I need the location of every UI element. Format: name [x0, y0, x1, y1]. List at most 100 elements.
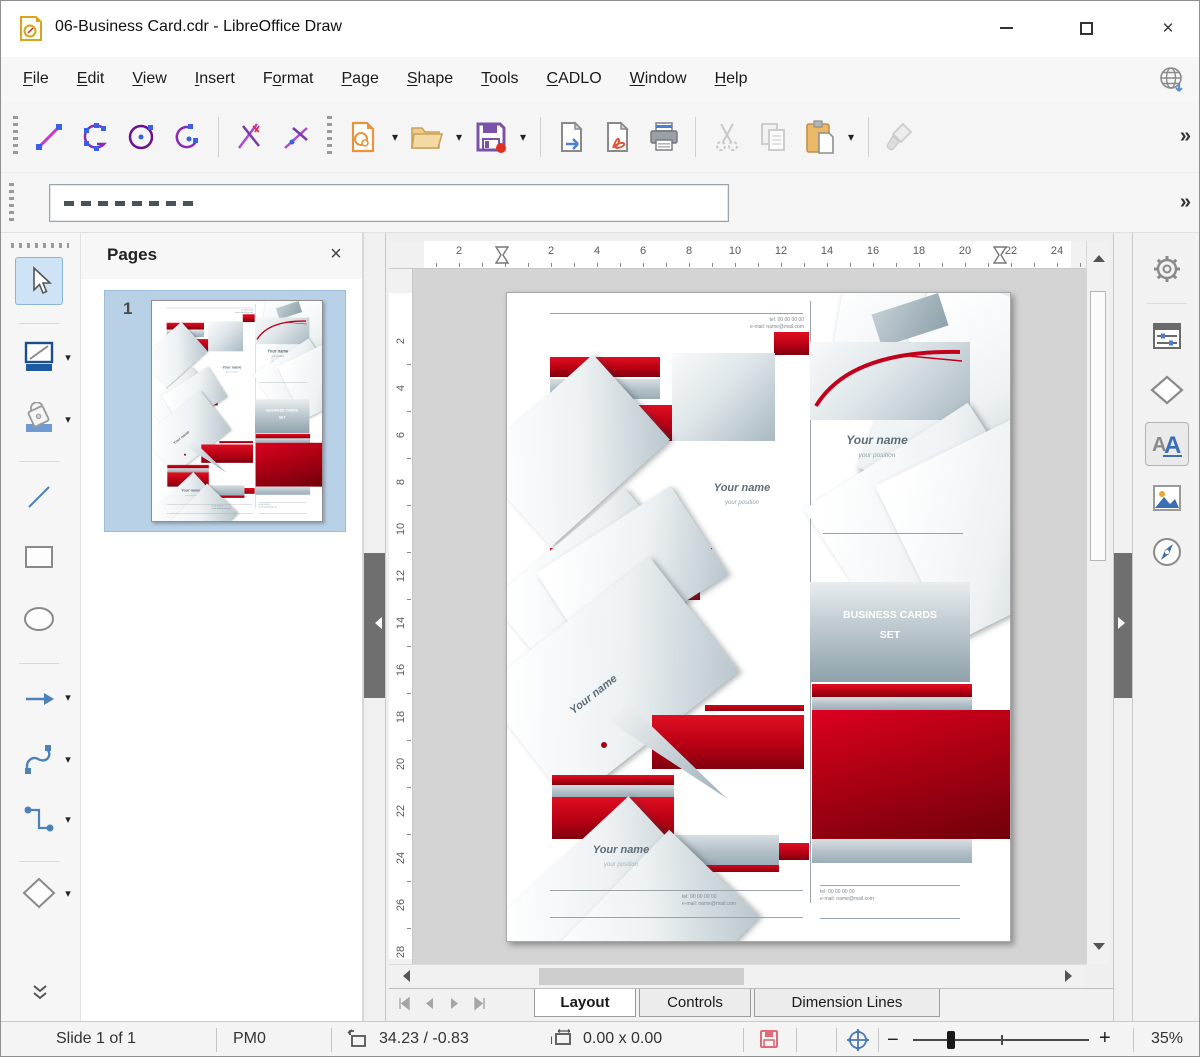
toolbar-separator: [19, 663, 59, 664]
ruler-margin-marker[interactable]: [993, 246, 1007, 264]
connector-dropdown[interactable]: ▾: [61, 813, 75, 826]
menu-window[interactable]: Window: [616, 64, 701, 94]
page-thumbnail-selected[interactable]: 1 Your nametel: 00 00 00 00 e-mail: name…: [104, 290, 346, 532]
ruler-margin-marker[interactable]: [495, 246, 509, 264]
zoom-in-button[interactable]: +: [1099, 1027, 1111, 1050]
line-color-dropdown[interactable]: ▾: [61, 351, 75, 364]
menu-cadlo[interactable]: CADLO: [533, 64, 616, 94]
menu-insert[interactable]: Insert: [181, 64, 249, 94]
sidebar-settings-button[interactable]: [1145, 247, 1189, 291]
basic-shapes-dropdown[interactable]: ▾: [61, 887, 75, 900]
toolbar-grip[interactable]: [13, 116, 18, 158]
toolbar-overflow-button[interactable]: »: [1180, 191, 1191, 214]
rectangle-tool-button[interactable]: [15, 533, 63, 581]
toolbar-grip[interactable]: [11, 243, 69, 248]
basic-shapes-tool-button[interactable]: [15, 869, 63, 917]
print-button[interactable]: [643, 114, 685, 160]
ellipse-tool-button[interactable]: [15, 595, 63, 643]
object-size[interactable]: 0.00 x 0.00: [583, 1030, 662, 1048]
cad-extend-tool-button[interactable]: [275, 114, 317, 160]
menu-page[interactable]: Page: [328, 64, 393, 94]
curve-tool-button[interactable]: [15, 735, 63, 783]
new-document-button[interactable]: [342, 114, 384, 160]
save-button[interactable]: [470, 114, 512, 160]
menu-view[interactable]: View: [118, 64, 180, 94]
pages-panel-close-icon[interactable]: ×: [324, 243, 348, 266]
sidebar-gallery-button[interactable]: [1145, 476, 1189, 520]
export-pdf-button[interactable]: [597, 114, 639, 160]
new-document-dropdown[interactable]: ▾: [388, 130, 402, 144]
toolbar-grip[interactable]: [9, 183, 14, 223]
vertical-ruler[interactable]: 246810121416182022242628: [389, 269, 413, 964]
connector-tool-button[interactable]: [15, 795, 63, 843]
tab-layout[interactable]: Layout: [534, 989, 636, 1017]
language-globe-icon[interactable]: [1157, 65, 1187, 95]
cad-circle-tool-button[interactable]: [120, 114, 162, 160]
horizontal-ruler[interactable]: 224681012141618202224: [389, 241, 1086, 269]
splitter-grab-area[interactable]: [1114, 553, 1132, 698]
next-page-icon[interactable]: [447, 996, 462, 1011]
tab-dimension-lines[interactable]: Dimension Lines: [754, 989, 940, 1017]
save-dropdown[interactable]: ▾: [516, 130, 530, 144]
sidebar-navigator-button[interactable]: [1145, 530, 1189, 574]
fill-color-dropdown[interactable]: ▾: [61, 413, 75, 426]
scroll-right-icon[interactable]: [1065, 970, 1078, 982]
drawing-page[interactable]: Your nametel: 00 00 00 00 e-mail: name@m…: [506, 292, 1011, 942]
last-page-icon[interactable]: [472, 996, 487, 1011]
pages-panel-splitter[interactable]: [363, 233, 386, 1021]
menu-shape[interactable]: Shape: [393, 64, 467, 94]
horizontal-scroll-thumb[interactable]: [539, 968, 744, 985]
insert-line-tool-button[interactable]: [15, 473, 63, 521]
zoom-slider-thumb[interactable]: [947, 1031, 955, 1049]
cad-polygon-tool-button[interactable]: [74, 114, 116, 160]
ruler-tick: [988, 263, 989, 267]
sidebar-properties-button[interactable]: [1145, 314, 1189, 358]
menu-edit[interactable]: Edit: [63, 64, 119, 94]
paste-dropdown[interactable]: ▾: [844, 130, 858, 144]
previous-page-icon[interactable]: [422, 996, 437, 1011]
menu-help[interactable]: Help: [701, 64, 762, 94]
toolbar-overflow-button[interactable]: »: [1180, 125, 1191, 148]
curve-dropdown[interactable]: ▾: [61, 753, 75, 766]
scroll-left-icon[interactable]: [397, 970, 410, 982]
minimize-button[interactable]: [983, 9, 1029, 47]
lines-and-arrows-tool-button[interactable]: [15, 675, 63, 723]
cad-trim-tool-button[interactable]: [229, 114, 271, 160]
sidebar-character-button[interactable]: A A: [1145, 422, 1189, 466]
toolbar-grip[interactable]: [327, 116, 332, 158]
zoom-out-button[interactable]: −: [887, 1029, 899, 1052]
line-style-combobox[interactable]: [49, 184, 729, 222]
tab-controls[interactable]: Controls: [639, 989, 751, 1017]
open-file-dropdown[interactable]: ▾: [452, 130, 466, 144]
menu-file[interactable]: File: [9, 64, 63, 94]
export-button[interactable]: [551, 114, 593, 160]
scroll-down-icon[interactable]: [1093, 943, 1105, 956]
first-page-icon[interactable]: [397, 996, 412, 1011]
cursor-position[interactable]: 34.23 / -0.83: [379, 1030, 469, 1048]
line-color-tool-button[interactable]: [15, 333, 63, 381]
splitter-grab-area[interactable]: [364, 553, 385, 698]
fit-slide-icon[interactable]: [846, 1028, 870, 1052]
sidebar-shapes-button[interactable]: [1145, 368, 1189, 412]
scroll-up-icon[interactable]: [1093, 249, 1105, 262]
cad-line-tool-button[interactable]: [28, 114, 70, 160]
drawing-canvas[interactable]: Your nametel: 00 00 00 00 e-mail: name@m…: [413, 269, 1086, 964]
cad-arc-tool-button[interactable]: [166, 114, 208, 160]
vertical-scrollbar[interactable]: [1086, 241, 1109, 964]
arrow-line-dropdown[interactable]: ▾: [61, 691, 75, 704]
paste-button[interactable]: [798, 114, 840, 160]
select-tool-button[interactable]: [15, 257, 63, 305]
close-button[interactable]: ×: [1145, 9, 1191, 47]
vertical-scroll-thumb[interactable]: [1090, 291, 1106, 561]
toolbar-expand-button[interactable]: [29, 984, 51, 1007]
open-file-button[interactable]: [406, 114, 448, 160]
layer-name[interactable]: PM0: [233, 1030, 266, 1048]
document-modified-icon[interactable]: [759, 1029, 779, 1049]
menu-format[interactable]: Format: [249, 64, 328, 94]
sidebar-splitter[interactable]: [1113, 233, 1133, 1021]
menu-tools[interactable]: Tools: [467, 64, 532, 94]
zoom-level[interactable]: 35%: [1151, 1030, 1183, 1048]
maximize-button[interactable]: [1063, 9, 1109, 47]
fill-color-tool-button[interactable]: [15, 395, 63, 443]
horizontal-scrollbar[interactable]: [389, 964, 1086, 988]
